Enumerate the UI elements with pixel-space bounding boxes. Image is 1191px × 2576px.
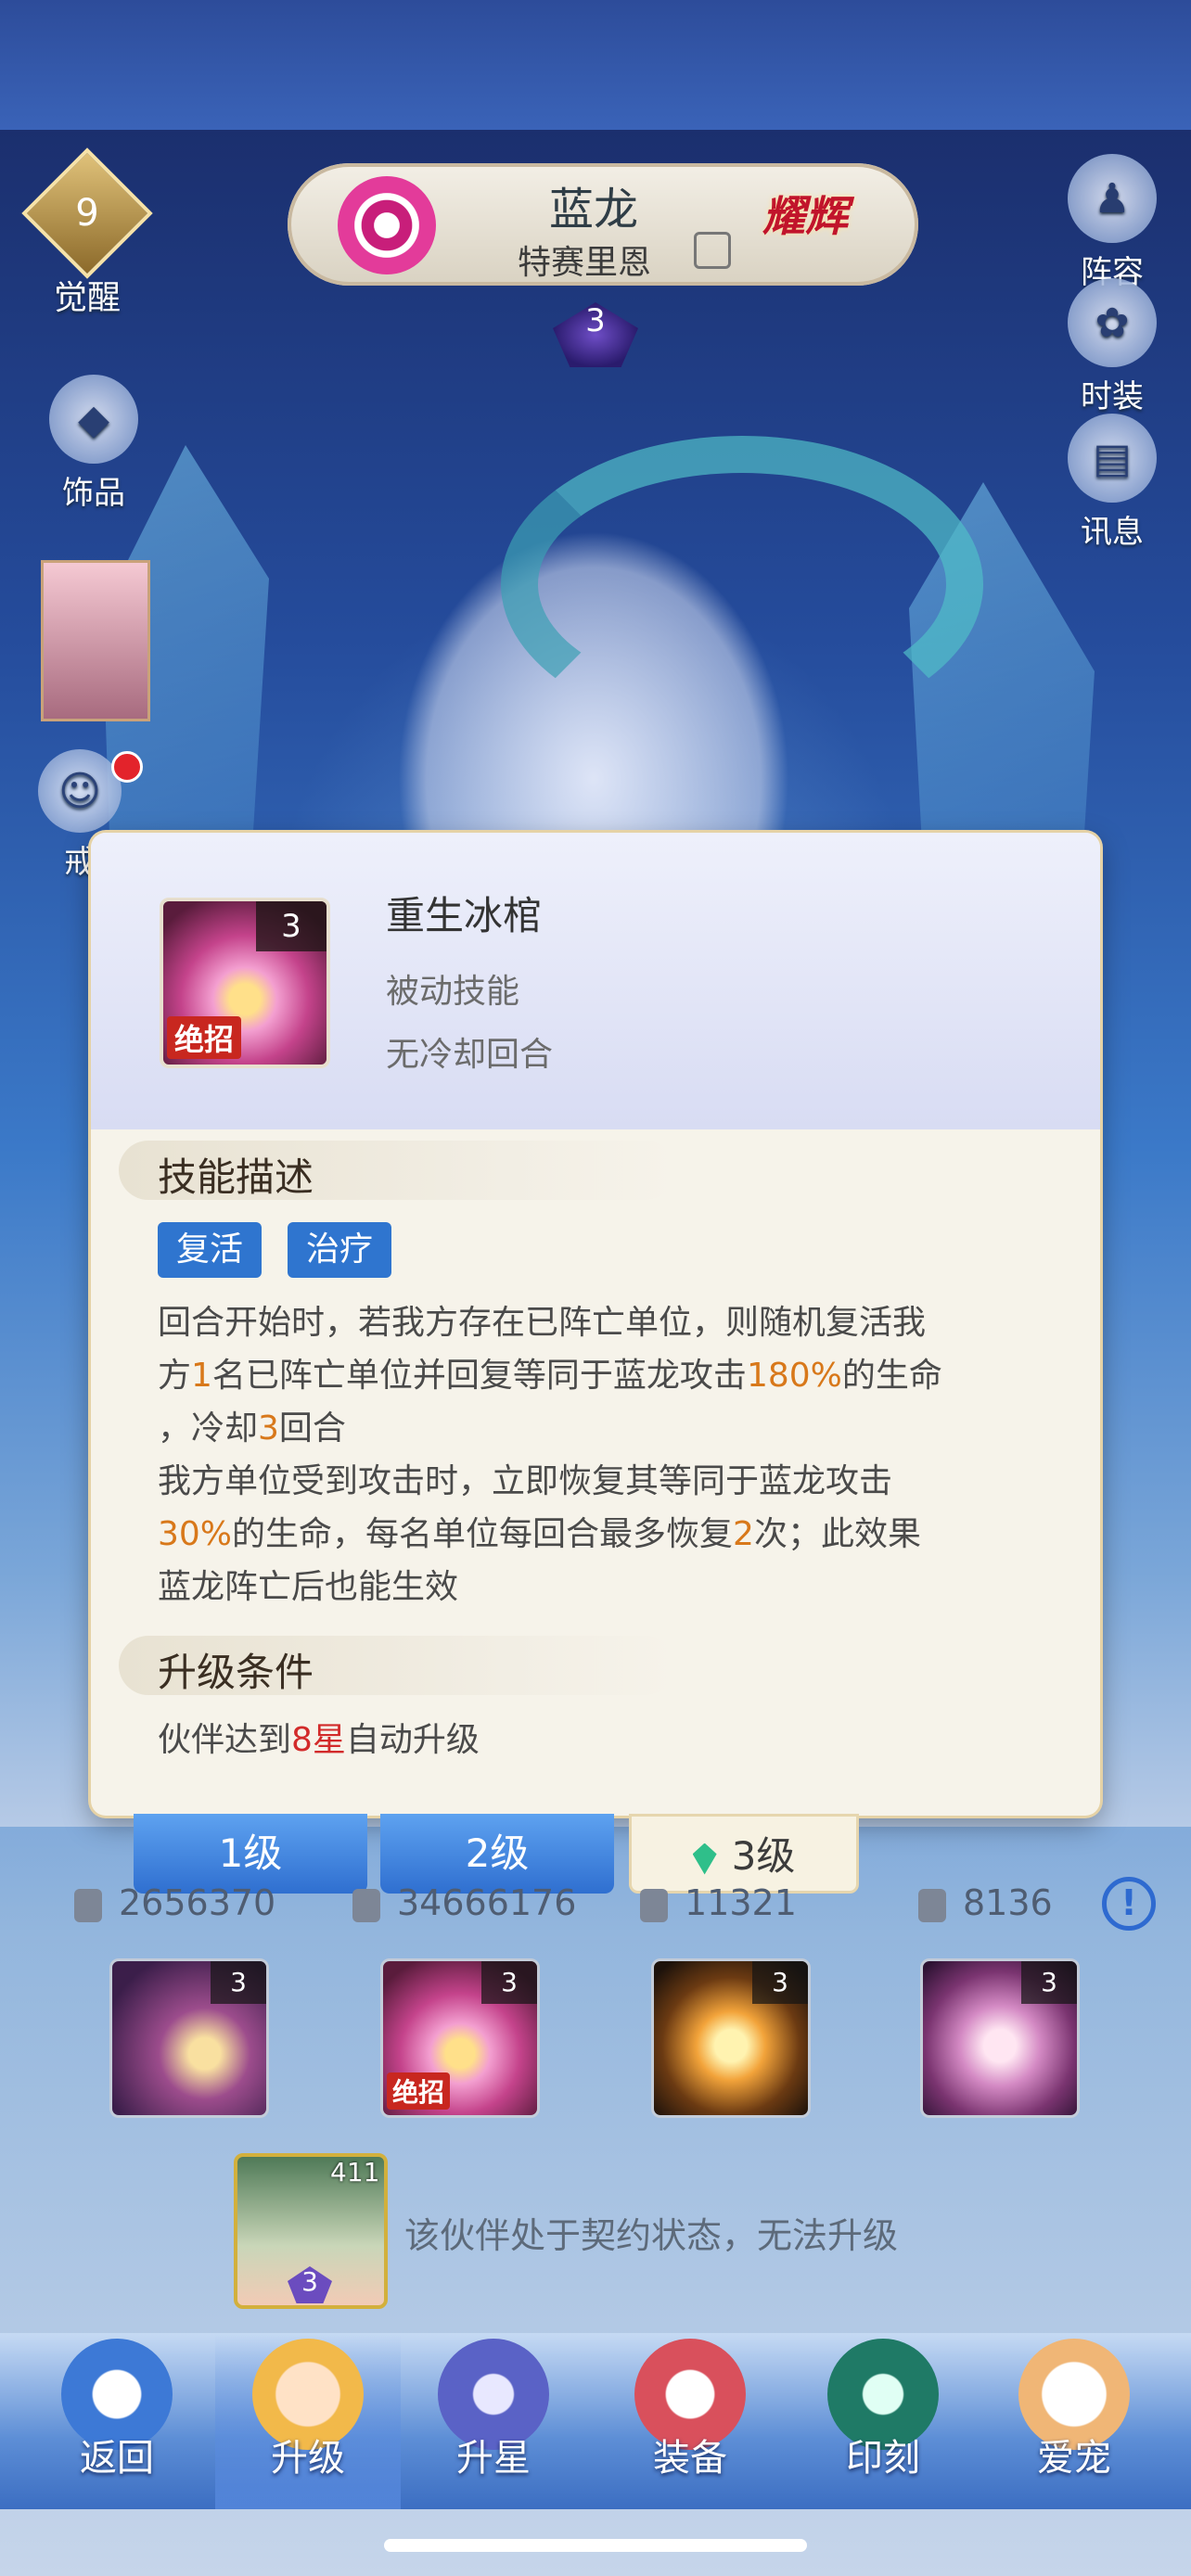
faction-emblem-icon	[338, 176, 436, 274]
nav-upgrade-label: 升级	[271, 2437, 345, 2480]
sword-icon	[74, 1888, 102, 1922]
hero-card-thumbnail[interactable]	[41, 560, 150, 721]
desc-line: 蓝龙阵亡后也能生效	[158, 1568, 459, 1606]
stat-hp: 34666176	[352, 1882, 576, 1923]
skill-description: 回合开始时，若我方存在已阵亡单位，则随机复活我 方1名已阵亡单位并回复等同于蓝龙…	[158, 1296, 1048, 1613]
heart-icon	[352, 1888, 380, 1922]
tag-heal: 治疗	[288, 1222, 392, 1278]
nav-back-label: 返回	[80, 2437, 154, 2480]
skill-type: 被动技能	[386, 973, 520, 1011]
skill-slot-level: 3	[481, 1961, 537, 2004]
info-label: 讯息	[1081, 514, 1144, 551]
nav-pet[interactable]: 爱宠	[981, 2333, 1167, 2509]
skill-slot-1[interactable]: 3	[109, 1958, 269, 2118]
home-indicator[interactable]	[384, 2539, 807, 2552]
status-bar-area	[0, 0, 1191, 130]
skill-icon-level: 3	[256, 901, 327, 951]
awaken-label: 觉醒	[53, 279, 121, 317]
partner-message: 该伙伴处于契约状态，无法升级	[404, 2215, 899, 2256]
partner-number: 411	[330, 2157, 380, 2187]
info-button[interactable]: ▤ 讯息	[1052, 414, 1172, 552]
fashion-label: 时装	[1081, 378, 1144, 415]
skill-icon: 3 绝招	[160, 898, 330, 1068]
skill-name: 重生冰棺	[386, 893, 543, 938]
desc-line: 我方单位受到攻击时，立即恢复其等同于蓝龙攻击	[158, 1462, 893, 1500]
awaken-level: 9	[75, 192, 99, 235]
nav-star-up-label: 升星	[456, 2437, 531, 2480]
stat-speed: 8136	[918, 1882, 1053, 1923]
section-title-description: 技能描述	[158, 1154, 314, 1200]
stat-defense: 11321	[640, 1882, 797, 1923]
skill-slot-level: 3	[1021, 1961, 1077, 2004]
desc-line: 回合开始时，若我方存在已阵亡单位，则随机复活我	[158, 1304, 927, 1342]
rank-badge: 耀辉	[762, 191, 848, 241]
character-horns	[501, 436, 983, 733]
fashion-button[interactable]: ✿ 时装	[1052, 278, 1172, 416]
section-title-upgrade: 升级条件	[158, 1650, 314, 1695]
edit-icon[interactable]	[694, 232, 731, 269]
nav-imprint-label: 印刻	[846, 2437, 920, 2480]
boot-icon	[918, 1888, 946, 1922]
stat-attack: 2656370	[74, 1882, 275, 1923]
nav-back[interactable]: 返回	[24, 2333, 210, 2509]
desc-line: ，冷却3回合	[158, 1409, 346, 1447]
skill-slot-tag: 绝招	[387, 2072, 451, 2110]
tag-revive: 复活	[158, 1222, 263, 1278]
desc-line: 30%的生命，每名单位每回合最多恢复2次；此效果	[158, 1515, 921, 1553]
nav-star-up[interactable]: 升星	[401, 2333, 586, 2509]
level-tab-3-label: 3级	[731, 1833, 796, 1879]
ring-icon: ☺	[38, 749, 122, 833]
fashion-icon: ✿	[1068, 278, 1157, 367]
nav-imprint[interactable]: 印刻	[790, 2333, 976, 2509]
accessory-label: 饰品	[62, 475, 125, 512]
skill-slot-2[interactable]: 3 绝招	[380, 1958, 540, 2118]
skill-slot-level: 3	[752, 1961, 808, 2004]
book-icon: ▤	[1068, 414, 1157, 503]
accessory-icon: ◆	[49, 375, 138, 464]
upgrade-condition: 伙伴达到8星自动升级	[158, 1721, 480, 1759]
accessory-button[interactable]: ◆ 饰品	[33, 375, 154, 513]
nav-equip-label: 装备	[653, 2437, 727, 2480]
hero-name: 蓝龙	[548, 184, 638, 236]
nav-pet-label: 爱宠	[1037, 2437, 1111, 2480]
skill-slot-3[interactable]: 3	[651, 1958, 811, 2118]
lineup-button[interactable]: ♟ 阵容	[1052, 154, 1172, 292]
skill-detail-popup: 3 绝招 重生冰棺 被动技能 无冷却回合 技能描述 复活 治疗 回合开始时，若我…	[91, 833, 1100, 1816]
desc-line: 方1名已阵亡单位并回复等同于蓝龙攻击180%的生命	[158, 1357, 942, 1395]
lineup-icon: ♟	[1068, 154, 1157, 243]
skill-cooldown: 无冷却回合	[386, 1036, 554, 1074]
info-circle-icon[interactable]: !	[1102, 1877, 1156, 1931]
hero-subtitle: 特赛里恩	[517, 244, 651, 282]
nav-equip[interactable]: 装备	[597, 2333, 783, 2509]
skill-slot-level: 3	[211, 1961, 266, 2004]
gem-icon	[692, 1843, 717, 1875]
nav-upgrade[interactable]: 升级	[215, 2333, 401, 2509]
skill-slot-4[interactable]: 3	[920, 1958, 1080, 2118]
shield-icon	[640, 1888, 668, 1922]
notification-dot	[111, 751, 143, 783]
skill-icon-tag: 绝招	[167, 1016, 242, 1059]
